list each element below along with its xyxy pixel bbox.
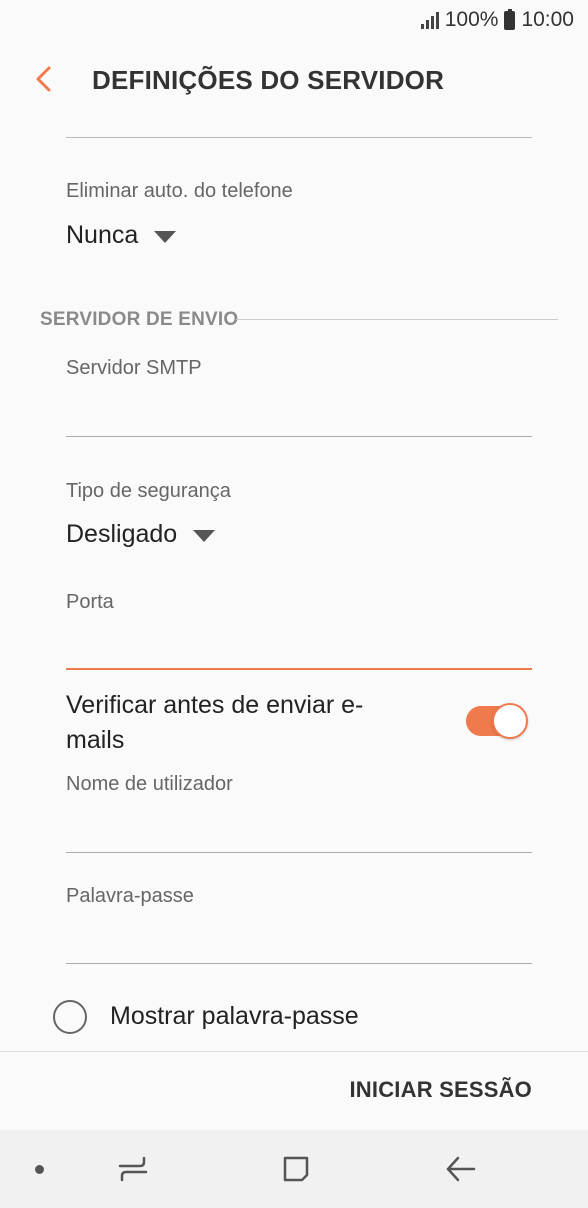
section-divider (236, 319, 558, 320)
nav-back-button[interactable] (444, 1152, 478, 1186)
section-header-outgoing: SERVIDOR DE ENVIO (40, 309, 239, 330)
recent-apps-button[interactable] (116, 1152, 150, 1186)
dropdown-arrow-icon (154, 230, 177, 243)
security-type-value: Desligado (66, 520, 178, 548)
nav-dot-indicator (35, 1165, 44, 1174)
status-bar: 100% 10:00 (0, 0, 588, 40)
verify-before-sending-label: Verificar antes de enviar e-mails (66, 691, 364, 754)
back-icon (446, 1156, 476, 1182)
show-password-label[interactable]: Mostrar palavra-passe (110, 1002, 359, 1031)
chevron-left-icon (36, 66, 51, 92)
verify-before-sending-toggle[interactable] (466, 703, 528, 741)
username-underline (66, 852, 532, 853)
username-input[interactable] (66, 806, 532, 850)
footer-divider (0, 1051, 588, 1052)
port-underline (66, 668, 532, 670)
security-type-dropdown[interactable]: Desligado (66, 520, 216, 549)
clock: 10:00 (521, 8, 574, 31)
toggle-knob (492, 703, 528, 739)
field-underline (66, 137, 532, 138)
security-type-label: Tipo de segurança (66, 480, 231, 502)
back-button[interactable] (28, 62, 62, 96)
recent-apps-icon (118, 1156, 148, 1182)
signal-icon (420, 11, 439, 29)
port-label: Porta (66, 591, 114, 613)
smtp-server-label: Servidor SMTP (66, 357, 202, 379)
app-bar: DEFINIÇÕES DO SERVIDOR (0, 40, 588, 118)
delete-from-phone-label: Eliminar auto. do telefone (66, 180, 293, 202)
smtp-server-input[interactable] (66, 390, 532, 434)
battery-percent: 100% (444, 8, 499, 31)
status-indicators: 100% 10:00 (420, 8, 574, 32)
delete-from-phone-dropdown[interactable]: Nunca (66, 221, 177, 250)
navigation-bar (0, 1130, 588, 1208)
show-password-checkbox[interactable] (53, 1000, 87, 1034)
delete-from-phone-value: Nunca (66, 221, 139, 249)
password-input[interactable] (66, 917, 532, 961)
dropdown-arrow-icon (193, 529, 216, 542)
port-input[interactable] (66, 622, 532, 666)
home-button[interactable] (279, 1152, 313, 1186)
page-title: DEFINIÇÕES DO SERVIDOR (92, 65, 445, 95)
username-label: Nome de utilizador (66, 773, 233, 795)
smtp-server-underline (66, 436, 532, 437)
password-label: Palavra-passe (66, 885, 194, 907)
home-icon (283, 1156, 309, 1182)
sign-in-button[interactable]: INICIAR SESSÃO (350, 1077, 533, 1103)
battery-icon (504, 8, 516, 30)
password-underline (66, 963, 532, 964)
